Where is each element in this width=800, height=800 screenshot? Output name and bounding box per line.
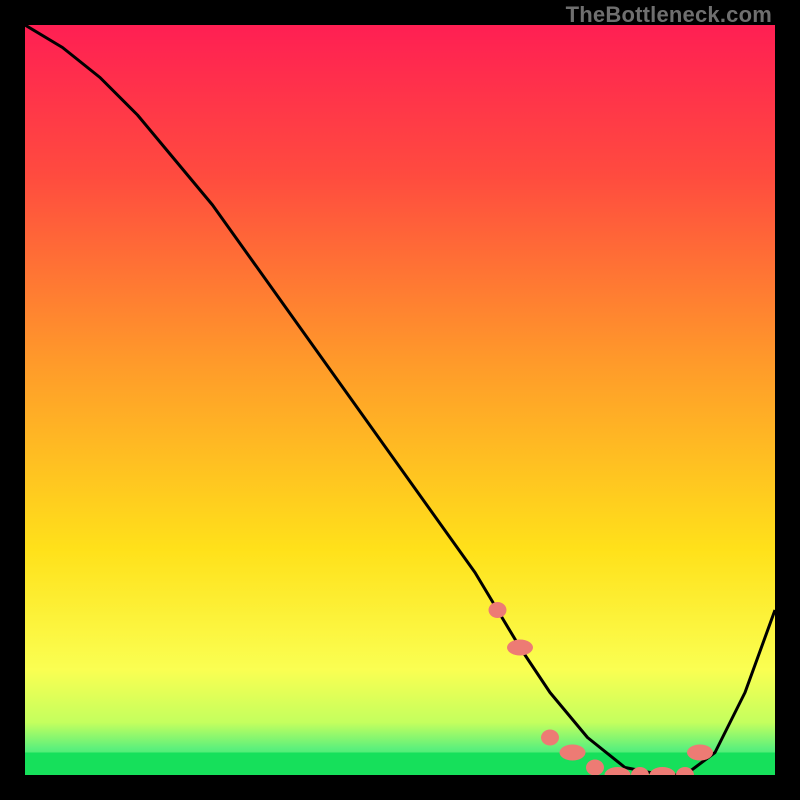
highlight-dot (586, 760, 604, 776)
chart-frame (25, 25, 775, 775)
highlight-dot (507, 640, 533, 656)
highlight-dot (489, 602, 507, 618)
bottleneck-chart (25, 25, 775, 775)
gradient-background (25, 25, 775, 775)
highlight-dot (560, 745, 586, 761)
highlight-dot (541, 730, 559, 746)
highlight-dot (687, 745, 713, 761)
